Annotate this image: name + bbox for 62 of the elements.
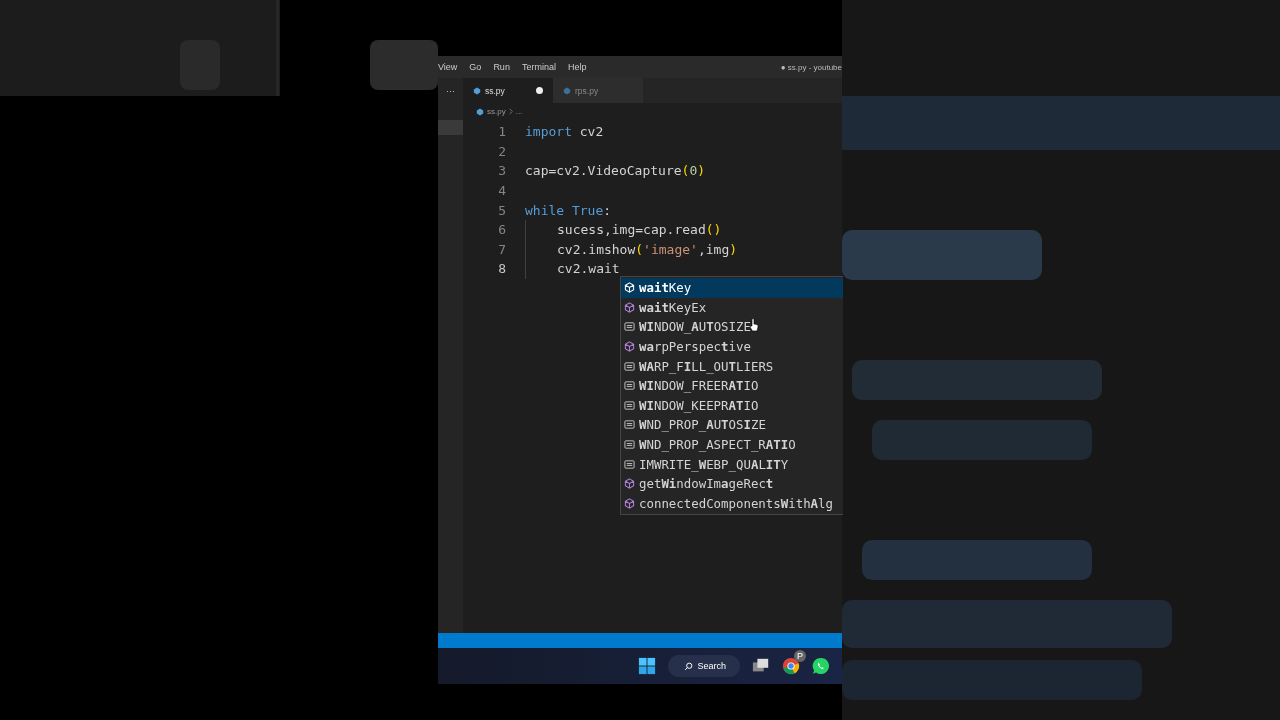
python-file-icon [563, 86, 571, 95]
suggestion-item[interactable]: warpPerspective [621, 336, 843, 357]
unsaved-dot-icon [536, 87, 543, 94]
code-line: import cv2 [525, 124, 604, 140]
cube-icon [624, 497, 635, 509]
line-number: 2 [497, 143, 506, 159]
suggestion-item[interactable]: connectedComponentsWithAlg [621, 493, 843, 514]
suggestion-item[interactable]: WINDOW_FREERATIO [621, 375, 843, 396]
python-file-icon [476, 107, 484, 116]
enum-icon [624, 458, 635, 470]
line-number: 3 [497, 163, 506, 179]
suggestion-item[interactable]: WINDOW_KEEPRATIO [621, 395, 843, 416]
menu-item[interactable]: Go [469, 62, 482, 72]
code-line: sucess,img=cap.read() [557, 222, 722, 238]
line-number: 1 [497, 124, 506, 140]
chevron-icon [508, 108, 513, 115]
enum-icon [624, 419, 635, 431]
enum-icon [624, 360, 635, 372]
profile-badge: P [794, 650, 806, 662]
browser-icon[interactable] [782, 657, 800, 675]
suggestion-item[interactable]: getWindowImageRect [621, 473, 843, 494]
editor-tab[interactable]: ss.py [463, 78, 553, 103]
enum-icon [624, 380, 635, 392]
window-title: ● ss.py - youtube [780, 62, 842, 72]
suggestion-item[interactable]: waitKey [621, 278, 843, 298]
cube-icon [624, 478, 635, 490]
line-number: 7 [497, 241, 506, 257]
cube-icon [624, 341, 635, 353]
suggestion-item[interactable]: waitKeyEx [621, 297, 843, 318]
line-number: 5 [497, 202, 506, 218]
hand-cursor-icon [749, 318, 759, 332]
search-button[interactable]: Search [668, 655, 740, 677]
suggestion-item[interactable]: WARP_FILL_OUTLIERS [621, 356, 843, 376]
search-icon [684, 661, 694, 671]
python-file-icon [473, 86, 481, 95]
suggestion-item[interactable]: WND_PROP_ASPECT_RATIO [621, 434, 843, 455]
menu-item[interactable]: Terminal [521, 62, 556, 72]
breadcrumb-item[interactable]: ss.py [487, 107, 506, 116]
windows-start-icon[interactable] [638, 657, 657, 675]
suggestion-item[interactable]: WINDOW_AUTOSIZE [621, 317, 843, 337]
code-line: cap=cv2.VideoCapture(0) [525, 163, 706, 179]
cube-icon [624, 282, 635, 294]
chat-bubble-icon[interactable] [812, 657, 830, 675]
suggestion-item[interactable]: IMWRITE_WEBP_QUALITY [621, 454, 843, 474]
cube-icon [624, 301, 635, 313]
enum-icon [624, 321, 635, 333]
line-number: 4 [497, 183, 506, 199]
enum-icon [624, 439, 635, 451]
enum-icon [624, 399, 635, 411]
code-line: while True: [525, 202, 612, 218]
code-line: cv2.imshow('image',img) [557, 241, 738, 257]
menu-item[interactable]: Run [493, 62, 510, 72]
menu-item[interactable]: View [438, 62, 458, 72]
code-line: cv2.wait [557, 261, 620, 277]
menu-item[interactable]: Help [567, 62, 587, 72]
breadcrumb-item[interactable]: ... [515, 107, 523, 116]
editor-tab[interactable]: rps.py [553, 78, 643, 103]
suggestion-item[interactable]: WND_PROP_AUTOSIZE [621, 415, 843, 435]
more-actions-button[interactable]: ··· [438, 78, 463, 103]
activity-highlight [438, 120, 463, 135]
line-number: 6 [497, 222, 506, 238]
line-number: 8 [497, 261, 506, 277]
